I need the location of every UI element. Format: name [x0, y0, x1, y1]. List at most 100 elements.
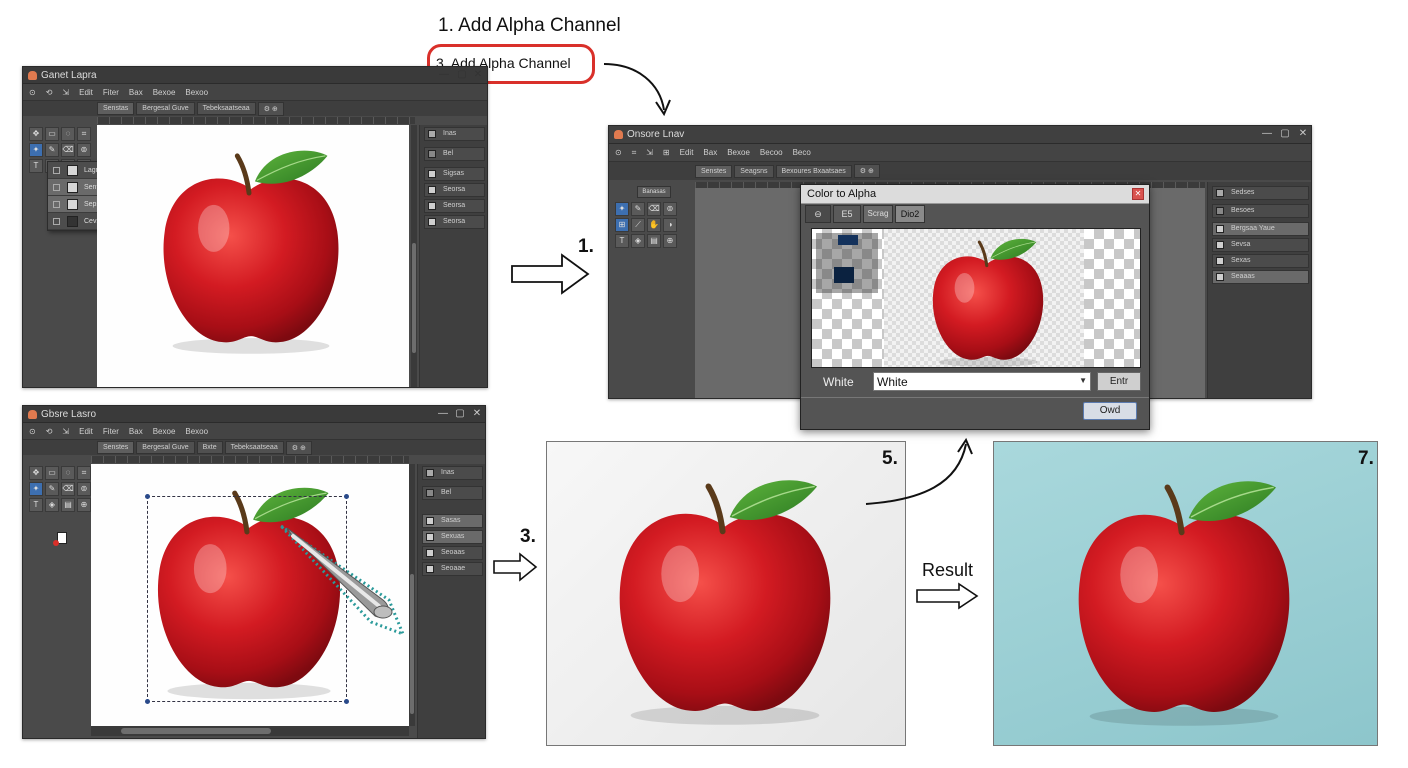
layer-row-3[interactable]: Sexas	[1212, 254, 1309, 268]
menu-icon-b[interactable]: ⟲	[46, 427, 53, 436]
menu-item-5[interactable]: Bexoo	[185, 427, 208, 436]
horizontal-scrollbar[interactable]	[91, 726, 409, 736]
clone-tool-icon[interactable]: ⊚	[663, 202, 677, 216]
close-icon[interactable]: ✕	[472, 69, 484, 81]
maximize-icon[interactable]: ▢	[1279, 128, 1291, 140]
dialog-close-icon[interactable]: ✕	[1132, 188, 1144, 200]
clone-tool-icon[interactable]: ⊚	[77, 482, 91, 496]
tab-1[interactable]: Senstas	[97, 102, 135, 115]
grid-tool-icon[interactable]: ⊞	[615, 218, 629, 232]
dock-brush-row[interactable]: Sedses	[1212, 186, 1309, 200]
layer-row-2[interactable]: Sevsa	[1212, 238, 1309, 252]
dock-select-row[interactable]: Bel	[424, 147, 485, 161]
menu-item-2[interactable]: Fiter	[103, 427, 119, 436]
path-tool-icon[interactable]: ⟋	[631, 218, 645, 232]
crop-tool-icon[interactable]: ⌗	[77, 127, 91, 141]
minimize-icon[interactable]: —	[437, 408, 449, 420]
layer-row-4[interactable]: Seaaas	[1212, 270, 1309, 284]
select-tool-icon[interactable]: ▭	[45, 466, 59, 480]
gradient-tool-icon[interactable]: ▤	[61, 498, 75, 512]
layer-row-3[interactable]: Seoaas	[422, 546, 483, 560]
dialog-tab-icon[interactable]: ⊖	[805, 205, 831, 223]
text-tool-icon[interactable]: T	[29, 159, 43, 173]
lasso-tool-icon[interactable]: ◌	[61, 466, 75, 480]
tab-settings-icon[interactable]: ⚙ ⊕	[257, 101, 284, 116]
menu-item-1[interactable]: Edit	[79, 427, 93, 436]
paint-tool-icon[interactable]: ✎	[45, 143, 59, 157]
fuzzy-select-icon[interactable]: ✦	[29, 482, 43, 496]
move-tool-icon[interactable]: ✥	[29, 466, 43, 480]
tab-4[interactable]: Tebeksaatseaa	[224, 441, 284, 454]
tab-settings-icon[interactable]: ⚙ ⊕	[285, 440, 312, 455]
layer-row-3[interactable]: Seorsa	[424, 199, 485, 213]
menu-item-4[interactable]: Bexoe	[153, 427, 176, 436]
dock-brush-row[interactable]: Inas	[422, 466, 483, 480]
dock-select-row[interactable]: Bel	[422, 486, 483, 500]
canvas-scrollbar[interactable]	[411, 125, 417, 387]
eraser-tool-icon[interactable]: ⌫	[61, 482, 75, 496]
side-button[interactable]: Entr	[1097, 372, 1141, 391]
canvas-scrollbar[interactable]	[409, 464, 415, 726]
menu-item-3[interactable]: Bexoe	[727, 148, 750, 157]
menu-icon-b[interactable]: ⟲	[46, 88, 53, 97]
fuzzy-select-icon[interactable]: ✦	[29, 143, 43, 157]
text-tool-icon[interactable]: T	[29, 498, 43, 512]
zoom-tool-icon[interactable]: ⊕	[77, 498, 91, 512]
layer-row-4[interactable]: Seoaae	[422, 562, 483, 576]
dialog-tab-3[interactable]: Dio2	[895, 205, 925, 223]
menu-item-2[interactable]: Bax	[703, 148, 717, 157]
dialog-tab-2[interactable]: Scrag	[863, 205, 893, 223]
crop-tool-icon[interactable]: ⌗	[77, 466, 91, 480]
dock-select-row[interactable]: Besoes	[1212, 204, 1309, 218]
paint-tool-icon[interactable]: ✎	[45, 482, 59, 496]
select-tool-icon[interactable]: ▭	[45, 127, 59, 141]
brush-tool-icon[interactable]: ✎	[631, 202, 645, 216]
tab-3[interactable]: Tebeksaatseaa	[196, 102, 256, 115]
menu-icon-b[interactable]: ⌗	[632, 148, 637, 158]
menu-item-4[interactable]: Becoo	[760, 148, 783, 157]
menu-item-3[interactable]: Bax	[129, 88, 143, 97]
menu-icon-a[interactable]: ⊙	[29, 88, 36, 97]
menu-item-1[interactable]: Edit	[79, 88, 93, 97]
clone-tool-icon[interactable]: ⊚	[77, 143, 91, 157]
menu-item-5[interactable]: Beco	[793, 148, 811, 157]
text-tool-icon[interactable]: T	[615, 234, 629, 248]
menu-icon-c[interactable]: ⇲	[62, 427, 69, 436]
layer-row-2[interactable]: Sexuas	[422, 530, 483, 544]
smudge-tool-icon[interactable]: ✋	[647, 218, 661, 232]
menu-item-1[interactable]: Edit	[680, 148, 694, 157]
menu-icon-c[interactable]: ⇲	[646, 148, 653, 157]
tab-2[interactable]: Bergesal Guve	[136, 102, 195, 115]
layer-row-4[interactable]: Seorsa	[424, 215, 485, 229]
dock-brush-row[interactable]: Inas	[424, 127, 485, 141]
eraser-tool-icon[interactable]: ⌫	[647, 202, 661, 216]
minimize-icon[interactable]: —	[438, 69, 450, 81]
fill-tool-icon[interactable]: ◈	[631, 234, 645, 248]
color-select[interactable]: White ▼	[873, 372, 1091, 391]
fill-tool-icon[interactable]: ◈	[45, 498, 59, 512]
layer-row-2[interactable]: Seorsa	[424, 183, 485, 197]
menu-item-4[interactable]: Bexoe	[153, 88, 176, 97]
tab-2[interactable]: Bergesal Guve	[136, 441, 195, 454]
dodge-tool-icon[interactable]: ◑	[663, 218, 677, 232]
menu-icon-d[interactable]: ⊞	[663, 148, 670, 157]
ok-button[interactable]: Owd	[1083, 402, 1137, 420]
layer-row-1[interactable]: Bergsaa Yaue	[1212, 222, 1309, 236]
menu-item-5[interactable]: Bexoo	[185, 88, 208, 97]
menu-item-2[interactable]: Fiter	[103, 88, 119, 97]
image-canvas[interactable]	[97, 125, 409, 387]
layer-row-1[interactable]: Sasas	[422, 514, 483, 528]
tab-1[interactable]: Senstes	[695, 164, 733, 178]
maximize-icon[interactable]: ▢	[456, 69, 468, 81]
eraser-tool-icon[interactable]: ⌫	[61, 143, 75, 157]
tab-2[interactable]: Seagsns	[734, 164, 774, 178]
zoom-tool-icon[interactable]: ⊕	[663, 234, 677, 248]
lasso-tool-icon[interactable]: ◌	[61, 127, 75, 141]
menu-icon-a[interactable]: ⊙	[29, 427, 36, 436]
close-icon[interactable]: ✕	[471, 408, 483, 420]
menu-item-3[interactable]: Bax	[129, 427, 143, 436]
dialog-tab-1[interactable]: E5	[833, 205, 861, 223]
tab-3[interactable]: Bxte	[196, 441, 223, 454]
image-canvas[interactable]	[91, 464, 409, 726]
move-tool-icon[interactable]: ✥	[29, 127, 43, 141]
